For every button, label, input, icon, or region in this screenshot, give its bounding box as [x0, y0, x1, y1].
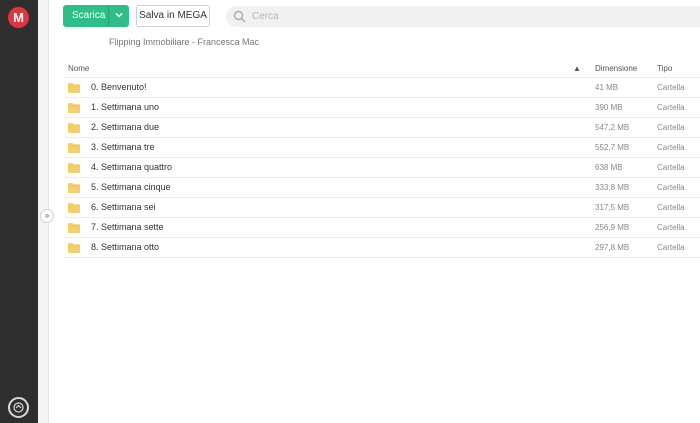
row-name: 2. Settimana due	[91, 122, 160, 132]
left-rail: M	[0, 0, 38, 423]
row-name: 3. Settimana tre	[91, 142, 155, 152]
row-type: Cartella	[657, 203, 685, 212]
table-row[interactable]: 8. Settimana otto 297,8 MB Cartella	[63, 238, 700, 258]
row-size: 390 MB	[595, 103, 623, 112]
save-to-mega-button[interactable]: Salva in MEGA	[136, 5, 210, 27]
sort-arrow-icon[interactable]: ▲	[573, 64, 581, 73]
table-row[interactable]: 4. Settimana quattro 638 MB Cartella	[63, 158, 700, 178]
folder-icon	[68, 163, 80, 173]
column-name-header[interactable]: Nome	[68, 64, 89, 73]
row-size: 317,5 MB	[595, 203, 630, 212]
folder-icon	[68, 143, 80, 153]
row-name: 4. Settimana quattro	[91, 162, 173, 172]
row-name: 6. Settimana sei	[91, 202, 156, 212]
row-type: Cartella	[657, 223, 685, 232]
row-size: 333,8 MB	[595, 183, 630, 192]
table-row[interactable]: 0. Benvenuto! 41 MB Cartella	[63, 78, 700, 98]
file-table: Nome ▲ Dimensione Tipo 0. Benvenuto! 41 …	[63, 58, 700, 258]
row-name: 7. Settimana sette	[91, 222, 164, 232]
table-row[interactable]: 2. Settimana due 547,2 MB Cartella	[63, 118, 700, 138]
row-name: 5. Settimana cinque	[91, 182, 171, 192]
chevron-down-icon[interactable]	[113, 9, 125, 21]
row-size: 41 MB	[595, 83, 619, 92]
row-type: Cartella	[657, 163, 685, 172]
row-name: 1. Settimana uno	[91, 102, 160, 112]
table-row[interactable]: 1. Settimana uno 390 MB Cartella	[63, 98, 700, 118]
download-button[interactable]: Scarica	[63, 5, 129, 27]
transfers-icon[interactable]	[8, 397, 29, 418]
folder-icon	[68, 223, 80, 233]
row-name: 8. Settimana otto	[91, 242, 160, 252]
breadcrumb: Flipping Immobiliare - Francesca Mac	[109, 37, 260, 47]
expand-sidebar-icon[interactable]: »	[40, 209, 54, 223]
folder-icon	[68, 203, 80, 213]
search-input[interactable]	[252, 8, 672, 25]
table-row[interactable]: 7. Settimana sette 256,9 MB Cartella	[63, 218, 700, 238]
row-size: 297,8 MB	[595, 243, 630, 252]
folder-icon	[68, 123, 80, 133]
row-type: Cartella	[657, 243, 685, 252]
table-row[interactable]: 6. Settimana sei 317,5 MB Cartella	[63, 198, 700, 218]
mega-logo[interactable]: M	[8, 7, 29, 28]
table-row[interactable]: 3. Settimana tre 552,7 MB Cartella	[63, 138, 700, 158]
row-size: 256,9 MB	[595, 223, 630, 232]
search-icon	[233, 10, 246, 23]
column-type-header[interactable]: Tipo	[657, 64, 672, 73]
folder-icon	[68, 103, 80, 113]
table-row[interactable]: 5. Settimana cinque 333,8 MB Cartella	[63, 178, 700, 198]
row-type: Cartella	[657, 103, 685, 112]
mega-app: M » Scarica Salva in MEGA Flipping Immob…	[0, 0, 700, 423]
folder-icon	[68, 243, 80, 253]
row-type: Cartella	[657, 183, 685, 192]
row-type: Cartella	[657, 83, 685, 92]
row-type: Cartella	[657, 143, 685, 152]
folder-icon	[68, 183, 80, 193]
search-bar[interactable]	[226, 6, 700, 27]
folder-icon	[68, 83, 80, 93]
row-size: 552,7 MB	[595, 143, 630, 152]
table-body: 0. Benvenuto! 41 MB Cartella 1. Settiman…	[63, 78, 700, 258]
table-header: Nome ▲ Dimensione Tipo	[63, 58, 700, 78]
row-size: 547,2 MB	[595, 123, 630, 132]
download-label: Scarica	[72, 10, 106, 21]
column-size-header[interactable]: Dimensione	[595, 64, 637, 73]
row-name: 0. Benvenuto!	[91, 82, 147, 92]
row-size: 638 MB	[595, 163, 623, 172]
row-type: Cartella	[657, 123, 685, 132]
